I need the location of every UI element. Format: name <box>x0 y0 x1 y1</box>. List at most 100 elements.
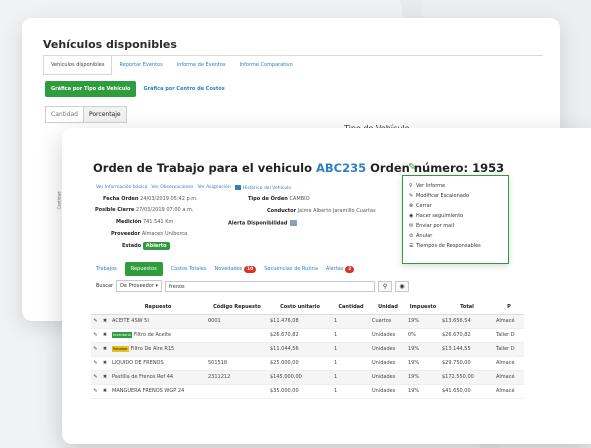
field-proveedor: Proveedor Almacen Uniborca <box>111 231 187 237</box>
menu-tiempos-responsables[interactable]: ☰ Tiempos de Responsables <box>409 241 502 251</box>
pencil-icon[interactable]: ✎ <box>91 314 100 329</box>
col-cantidad[interactable]: Cantidad <box>332 300 370 315</box>
col-costo[interactable]: Costo unitario <box>268 300 332 315</box>
tab-repuestos[interactable]: Repuestos <box>124 262 163 276</box>
chart-y-label: Cantidad <box>56 191 62 210</box>
pencil-icon[interactable]: ✎ <box>91 370 100 385</box>
close-circle-icon: ⊗ <box>409 203 414 209</box>
tab-vehiculos-disponibles[interactable]: Vehículos disponibles <box>43 56 113 75</box>
vehicles-tabs: Vehículos disponibles Reportar Eventos I… <box>43 56 300 75</box>
field-alerta: Alerta Disponibilidad <box>228 220 298 227</box>
menu-label: Ver Informe <box>416 183 446 189</box>
part-total: $13.656,54 <box>440 314 494 329</box>
col-impuesto[interactable]: Impuesto <box>406 300 440 315</box>
tab-novedades[interactable]: Novedades 10 <box>214 266 257 273</box>
menu-anular[interactable]: ⊘ Anular <box>409 231 502 241</box>
table-row: ✎ ✖ LIQUIDO DE FRENOS 501518 $25.000,00 … <box>91 356 524 371</box>
pencil-icon[interactable]: ✎ <box>91 342 100 357</box>
part-name[interactable]: MANGUERA FRENOS WGP 24 <box>110 384 206 399</box>
menu-cerrar[interactable]: ⊗ Cerrar <box>409 201 502 211</box>
part-total: $29.750,00 <box>440 356 494 371</box>
table-row: ✎ ✖ Rebobar Filtro De Aire R15 $11.044,56… <box>91 342 524 357</box>
part-unit: Unidades <box>370 384 406 399</box>
search-filter-select[interactable]: De Proveedor ▾ <box>116 280 163 292</box>
pencil-icon[interactable]: ✎ <box>91 356 100 371</box>
part-code: 0001 <box>206 314 268 329</box>
part-qty: 1 <box>332 314 370 329</box>
menu-ver-informe[interactable]: ⚲ Ver Informe <box>409 181 502 191</box>
table-header: Repuesto Código Repuesto Costo unitario … <box>91 300 524 315</box>
title-prefix: Orden de Trabajo para el vehiculo <box>93 161 317 175</box>
search-button[interactable]: ⚲ <box>378 280 393 292</box>
part-name[interactable]: Filtro de Aceite <box>134 332 171 338</box>
field-label: Fecha Orden <box>103 196 139 202</box>
field-value: 24/03/2019 05:42 p.m. <box>140 196 198 202</box>
table-row: ✎ ✖ MANGUERA FRENOS WGP 24 $35.000,00 1 … <box>91 384 524 399</box>
col-proveedor[interactable]: P <box>494 300 524 315</box>
tab-secuencias[interactable]: Secuencias de Rutina <box>264 266 318 272</box>
part-qty: 1 <box>332 356 370 371</box>
tab-alertas[interactable]: Alertas 2 <box>325 266 355 273</box>
part-tax: 19% <box>406 370 440 385</box>
rebobar-tag: Rebobar <box>112 346 129 352</box>
tab-reportar-eventos[interactable]: Reportar Eventos <box>112 56 169 75</box>
eye-icon: ◉ <box>409 213 414 219</box>
tab-informe-comparativo[interactable]: Informe Comparativo <box>233 56 300 75</box>
link-observaciones[interactable]: Ver Observaciones <box>151 185 193 191</box>
tab-trabajos[interactable]: Trabajos <box>96 266 117 272</box>
part-tax: 19% <box>406 356 440 371</box>
col-unidad[interactable]: Unidad <box>370 300 406 315</box>
col-total[interactable]: Total <box>440 300 494 315</box>
menu-label: Tiempos de Responsables <box>416 243 481 249</box>
tab-label: Alertas <box>325 266 344 272</box>
pencil-icon[interactable]: ✎ <box>91 384 100 399</box>
delete-icon[interactable]: ✖ <box>100 370 110 385</box>
view-button[interactable]: ◉ <box>395 280 410 292</box>
part-name[interactable]: Pastilla de Frenos Ref 44 <box>110 370 206 385</box>
menu-enviar-mail[interactable]: ✉ Enviar por mail <box>409 221 502 231</box>
part-provider: Taller D <box>494 342 524 357</box>
field-tipo-orden: Tipo de Orden CAMBIO <box>248 196 310 202</box>
pin-icon[interactable]: ✎ <box>408 162 416 173</box>
part-name[interactable]: LIQUIDO DE FRENOS <box>110 356 206 371</box>
field-posible-cierre: Posible Cierre 27/03/2019 07:00 a.m. <box>95 207 193 213</box>
cantidad-toggle[interactable]: Cantidad <box>46 107 83 122</box>
status-badge: Abierto <box>142 242 170 250</box>
col-repuesto[interactable]: Repuesto <box>110 300 206 315</box>
delete-icon[interactable]: ✖ <box>100 342 110 357</box>
porcentaje-toggle[interactable]: Porcentaje <box>82 107 126 122</box>
menu-hacer-seguimiento[interactable]: ◉ Hacer seguimiento <box>409 211 502 221</box>
delete-icon[interactable]: ✖ <box>100 314 110 329</box>
image-icon[interactable] <box>290 220 298 226</box>
part-tax: 19% <box>406 384 440 399</box>
tab-informe-eventos[interactable]: Informe de Eventos <box>170 56 233 75</box>
delete-icon[interactable]: ✖ <box>100 328 110 343</box>
col-codigo[interactable]: Código Repuesto <box>206 300 268 315</box>
link-historico[interactable]: Histórico del Vehículo <box>234 185 291 191</box>
table-row: ✎ ✖ Inventario Filtro de Aceite $26.670,8… <box>91 328 524 343</box>
vehicle-plate-link[interactable]: ABC235 <box>316 161 366 175</box>
pencil-icon[interactable]: ✎ <box>91 328 100 343</box>
list-icon: ☰ <box>409 243 414 249</box>
part-name[interactable]: Filtro De Aire R15 <box>131 346 175 352</box>
part-cost: $25.000,00 <box>268 356 332 371</box>
col-edit <box>91 300 100 315</box>
field-fecha-orden: Fecha Orden 24/03/2019 05:42 p.m. <box>103 196 198 202</box>
search-input[interactable]: frenos <box>165 280 376 292</box>
parts-table: Repuesto Código Repuesto Costo unitario … <box>91 300 524 399</box>
link-asignacion[interactable]: Ver Asignación <box>197 185 230 191</box>
part-name[interactable]: ACEITE 4SW 5I <box>110 314 206 329</box>
chart-by-type-button[interactable]: Gráfica por Tipo de Vehículo <box>45 81 137 97</box>
chart-by-cost-center-link[interactable]: Gráfica por Centro de Costos <box>143 86 224 92</box>
menu-modificar-escalonado[interactable]: ✎ Modificar Escalonado <box>409 191 502 201</box>
delete-icon[interactable]: ✖ <box>100 384 110 399</box>
delete-icon[interactable]: ✖ <box>100 356 110 371</box>
tab-costos-totales[interactable]: Costos Totales <box>171 266 207 272</box>
field-label: Estado <box>122 243 142 249</box>
part-cost: $145.000,00 <box>268 370 332 385</box>
part-total: $13.144,55 <box>440 342 494 357</box>
field-label: Conductor <box>267 208 297 214</box>
vehicles-title: Vehículos disponibles <box>43 38 177 51</box>
part-name-cell: Rebobar Filtro De Aire R15 <box>110 342 206 357</box>
link-info-basica[interactable]: Ver Información básica <box>96 185 147 191</box>
